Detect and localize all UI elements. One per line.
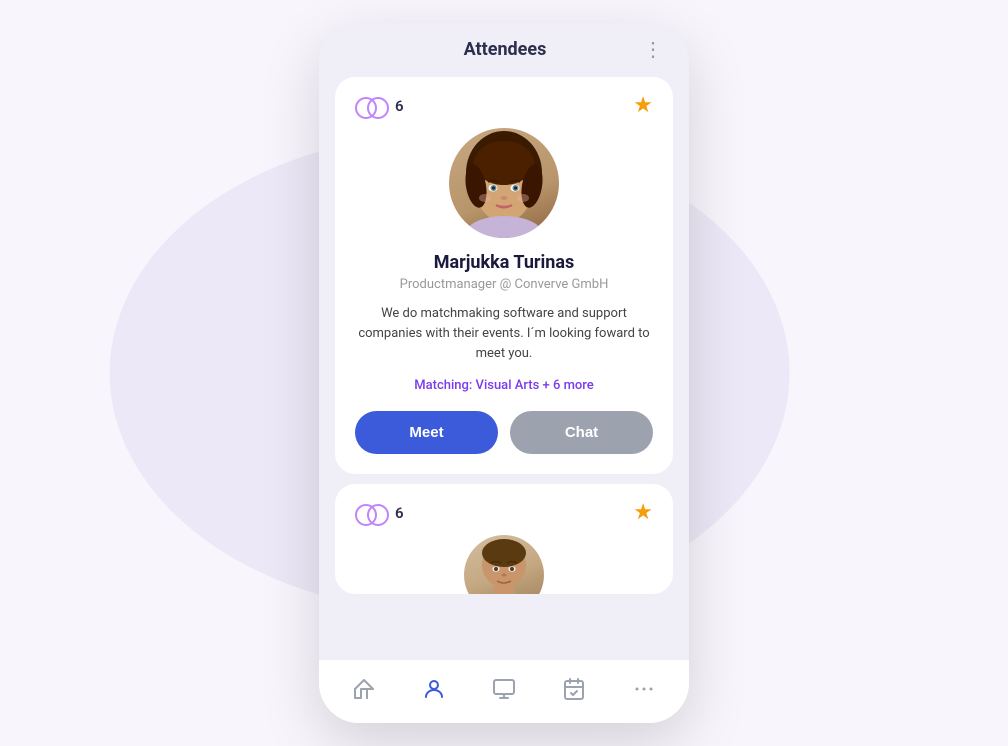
meet-button[interactable]: Meet [355,411,498,454]
person-icon [422,677,446,706]
calendar-check-icon [562,677,586,706]
phone-header: Attendees ⋮ [319,23,689,69]
match-group: 6 [355,96,404,116]
attendee-job-title: Productmanager @ Converve GmbH [400,277,609,292]
dots-icon [632,677,656,706]
phone-frame: Attendees ⋮ 6 ★ [319,23,689,723]
star-button[interactable]: ★ [633,93,653,118]
star-button-2[interactable]: ★ [633,500,653,525]
chat-button[interactable]: Chat [510,411,653,454]
matching-interests: Matching: Visual Arts + 6 more [414,378,593,393]
match-count-2: 6 [395,504,404,522]
page-title: Attendees [367,39,643,60]
attendee-card-second: 6 ★ [335,484,673,594]
home-icon [352,677,376,706]
nav-home[interactable] [342,671,386,712]
more-options-icon[interactable]: ⋮ [643,37,665,61]
match-circles-icon-2 [355,503,389,523]
match-group-2: 6 [355,503,404,523]
attendee-name: Marjukka Turinas [434,252,575,273]
card-top-row: 6 ★ [355,93,653,118]
avatar [449,128,559,238]
nav-schedule[interactable] [552,671,596,712]
bottom-navigation [319,659,689,723]
match-circles-icon [355,96,389,116]
nav-presentations[interactable] [482,671,526,712]
card-top-row-2: 6 ★ [355,500,653,525]
attendee-bio: We do matchmaking software and support c… [355,304,653,364]
card-action-buttons: Meet Chat [355,411,653,454]
monitor-icon [492,677,516,706]
nav-more[interactable] [622,671,666,712]
nav-attendees[interactable] [412,671,456,712]
attendee-card: 6 ★ [335,77,673,474]
attendees-list: 6 ★ [319,69,689,659]
match-count: 6 [395,97,404,115]
